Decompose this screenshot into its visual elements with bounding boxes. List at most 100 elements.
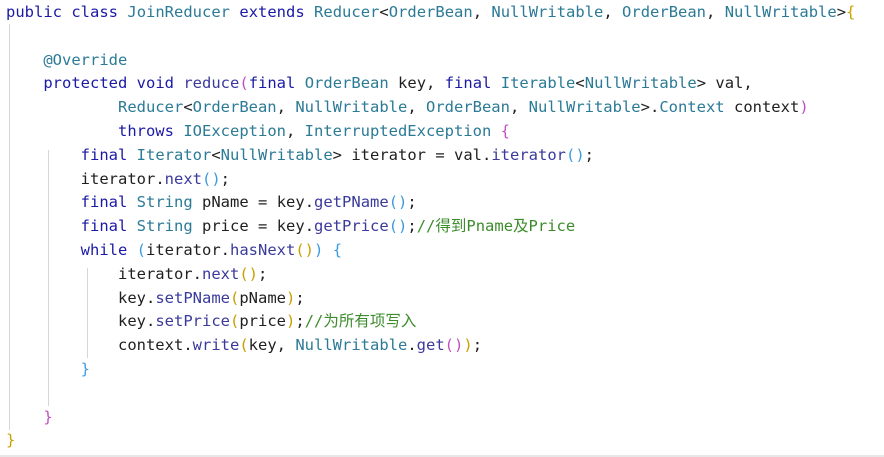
type-name: InterruptedException (304, 122, 492, 140)
code-line-12[interactable]: iterator.next(); (6, 263, 267, 287)
punctuation: > (332, 145, 352, 164)
punctuation: ; (257, 264, 268, 283)
bracket: () (388, 217, 408, 236)
punctuation: , (276, 98, 296, 117)
punctuation: , (276, 336, 296, 355)
code-line-6[interactable]: throws IOException, InterruptedException… (6, 120, 510, 144)
bracket: ( (229, 288, 240, 307)
punctuation (127, 74, 136, 92)
punctuation: > (696, 74, 716, 93)
code-line-7[interactable]: final Iterator<NullWritable> iterator = … (6, 144, 594, 168)
code-editor[interactable]: public class JoinReducer extends Reducer… (0, 0, 884, 457)
annotation: @Override (43, 50, 128, 69)
punctuation (6, 51, 43, 69)
bracket: () (239, 264, 258, 283)
punctuation (389, 74, 398, 92)
type-name: OrderBean (192, 98, 277, 117)
punctuation: ; (584, 145, 594, 164)
type-name: Reducer (314, 3, 380, 21)
method-name: setPName (155, 288, 230, 307)
code-line-16[interactable]: } (6, 358, 90, 382)
code-line-11[interactable]: while (iterator.hasNext()) { (6, 239, 342, 263)
comment: //得到Pname及Price (416, 217, 576, 236)
code-line-13[interactable]: key.setPName(pName); (6, 287, 305, 311)
keyword: while (80, 241, 128, 259)
identifier: key (117, 312, 146, 331)
code-line-4[interactable]: protected void reduce(final OrderBean ke… (6, 72, 752, 96)
punctuation: ; (472, 336, 483, 355)
method-name: setPrice (155, 312, 230, 331)
code-line-8[interactable]: iterator.next(); (6, 168, 230, 192)
type-name: NullWritable (724, 3, 837, 21)
identifier: key (398, 74, 427, 93)
identifier: key (276, 217, 305, 236)
punctuation (6, 122, 118, 140)
code-line-10[interactable]: final String price = key.getPrice();//得到… (6, 215, 576, 239)
bracket: } (43, 407, 53, 426)
method-name: reduce (183, 74, 240, 93)
punctuation: , (472, 3, 492, 21)
bracket: { (500, 122, 510, 140)
punctuation (6, 360, 81, 378)
punctuation (6, 241, 81, 259)
bracket: () (565, 145, 585, 164)
punctuation (6, 312, 118, 330)
bracket: ( (136, 241, 147, 259)
punctuation (6, 98, 118, 116)
punctuation: , (509, 98, 529, 117)
keyword: class (71, 3, 119, 21)
type-name: OrderBean (304, 74, 389, 93)
keyword: final (444, 74, 492, 93)
keyword: protected (43, 74, 128, 93)
punctuation (127, 241, 136, 259)
punctuation: ; (407, 193, 417, 212)
punctuation (127, 146, 136, 164)
bracket: } (6, 431, 16, 450)
punctuation: , (285, 122, 305, 140)
type-name: Iterator (136, 145, 212, 164)
punctuation (491, 74, 500, 92)
punctuation (6, 74, 43, 92)
punctuation (6, 193, 81, 211)
type-name: NullWritable (295, 98, 408, 117)
bracket: () (201, 169, 221, 188)
code-line-19[interactable]: } (6, 429, 15, 453)
bracket: () (388, 193, 408, 212)
punctuation (6, 408, 43, 426)
punctuation: . (304, 217, 315, 236)
type-name: NullWritable (528, 98, 641, 117)
identifier: context (733, 98, 800, 117)
punctuation (725, 98, 734, 116)
punctuation: < (575, 74, 585, 93)
punctuation (6, 289, 118, 307)
code-line-14[interactable]: key.setPrice(price);//为所有项写入 (6, 310, 416, 334)
keyword: final (80, 145, 128, 164)
type-name: String (136, 217, 193, 236)
type-name: NullWritable (491, 3, 604, 21)
punctuation: . (155, 169, 165, 188)
punctuation: . (192, 264, 202, 283)
code-line-1[interactable]: public class JoinReducer extends Reducer… (6, 1, 855, 25)
method-name: next (164, 169, 202, 188)
keyword: final (80, 193, 128, 212)
punctuation (323, 241, 332, 259)
punctuation: . (304, 193, 315, 212)
identifier: key (248, 336, 277, 355)
type-name: OrderBean (425, 98, 510, 117)
punctuation: ; (295, 288, 305, 307)
type-name: Iterable (500, 74, 576, 93)
code-line-18[interactable]: } (6, 406, 53, 430)
punctuation: , (426, 74, 445, 93)
punctuation: = (248, 193, 277, 212)
bracket: () (444, 336, 464, 355)
punctuation: < (183, 98, 193, 117)
method-name: getPName (314, 193, 389, 212)
code-line-9[interactable]: final String pName = key.getPName(); (6, 191, 417, 215)
punctuation: >. (640, 98, 660, 117)
code-line-5[interactable]: Reducer<OrderBean, NullWritable, OrderBe… (6, 96, 809, 120)
punctuation (491, 122, 500, 140)
type-name: NullWritable (584, 74, 697, 93)
code-line-15[interactable]: context.write(key, NullWritable.get()); (6, 334, 482, 358)
method-name: getPrice (314, 217, 389, 236)
code-line-3[interactable]: @Override (6, 49, 127, 73)
